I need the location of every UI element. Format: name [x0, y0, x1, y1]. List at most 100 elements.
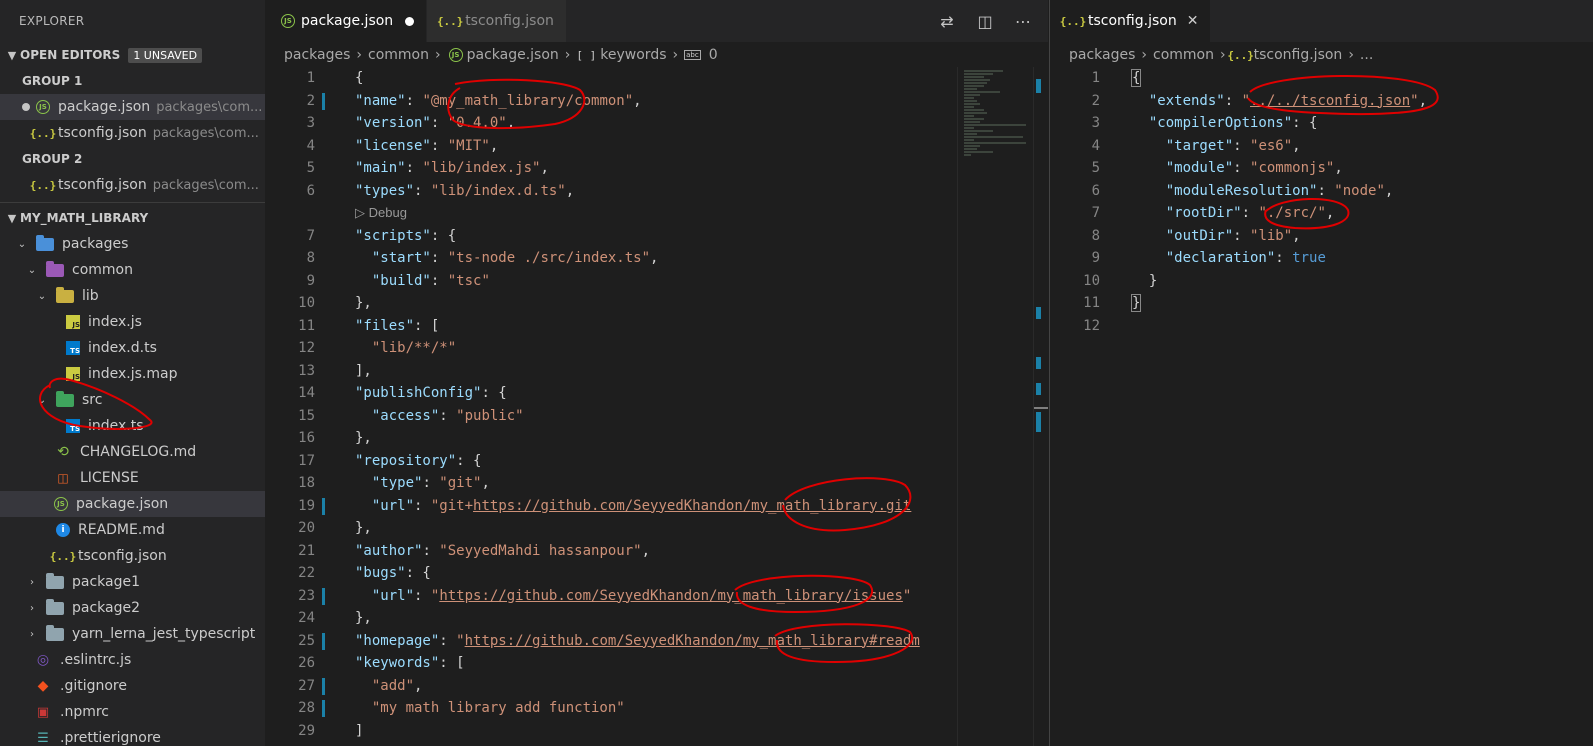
open-editors-label: OPEN EDITORS	[20, 48, 121, 62]
line-number: 5	[306, 160, 315, 176]
close-icon[interactable]: ✕	[1187, 13, 1199, 29]
open-editor-item[interactable]: {..} tsconfig.json packages\com...	[0, 120, 265, 146]
tree-file-index-ts[interactable]: TS index.ts	[0, 413, 265, 439]
tree-folder-yarn[interactable]: › yarn_lerna_jest_typescript	[0, 621, 265, 647]
code-line: 19 "url": "git+https://github.com/Seyyed…	[265, 495, 1048, 518]
open-editors-header[interactable]: ▼ OPEN EDITORS 1 UNSAVED	[0, 42, 265, 68]
ts-file-icon: TS	[66, 341, 80, 355]
codelens-debug[interactable]: ▷ Debug	[265, 202, 1048, 225]
tree-file-tsconfig[interactable]: {..} tsconfig.json	[0, 543, 265, 569]
tree-file-npmrc[interactable]: ▣ .npmrc	[0, 699, 265, 725]
tree-file-changelog[interactable]: ⟲ CHANGELOG.md	[0, 439, 265, 465]
json-braces-icon: {..}	[29, 178, 57, 192]
code-line: 10 }	[1050, 270, 1593, 293]
editor-group-1: JS package.json {..} tsconfig.json ⇄ ◫ ⋯…	[265, 0, 1048, 746]
tab-tsconfig-json[interactable]: {..} tsconfig.json	[427, 0, 567, 42]
tree-folder-lib[interactable]: ⌄ lib	[0, 283, 265, 309]
tree-file-eslintrc[interactable]: ◎ .eslintrc.js	[0, 647, 265, 673]
tree-folder-src[interactable]: ⌄ src	[0, 387, 265, 413]
tree-folder-package1[interactable]: › package1	[0, 569, 265, 595]
breadcrumb-item[interactable]: common	[1153, 47, 1214, 63]
breadcrumb-item[interactable]: common	[368, 47, 429, 63]
code-text: "scripts": {	[355, 227, 457, 244]
modified-line-marker	[322, 92, 325, 110]
open-changes-icon[interactable]: ⇄	[938, 12, 956, 31]
json-braces-icon: {..}	[29, 126, 57, 140]
src-folder-icon	[56, 390, 74, 407]
code-text: "access": "public"	[371, 407, 524, 424]
minimap[interactable]	[957, 67, 1033, 746]
split-editor-icon[interactable]: ◫	[976, 12, 994, 31]
line-number: 17	[298, 452, 315, 469]
breadcrumb-item[interactable]: packages	[1069, 47, 1135, 63]
tab-bar: JS package.json {..} tsconfig.json ⇄ ◫ ⋯	[265, 0, 1048, 42]
vertical-scrollbar[interactable]	[1033, 67, 1048, 746]
tree-label: index.d.ts	[88, 340, 157, 356]
tree-file-index-js-map[interactable]: JS index.js.map	[0, 361, 265, 387]
node-json-icon: JS	[36, 100, 50, 114]
breadcrumb-item[interactable]: packages	[284, 47, 350, 63]
modified-line-marker	[322, 497, 325, 515]
tree-file-index-d-ts[interactable]: TS index.d.ts	[0, 335, 265, 361]
tree-label: lib	[82, 288, 99, 304]
editor-group-2: {..} tsconfig.json ✕ packages › common ›…	[1049, 0, 1593, 746]
code-line: 13],	[265, 360, 1048, 383]
tree-file-index-js[interactable]: JS index.js	[0, 309, 265, 335]
js-map-file-icon: JS	[66, 367, 80, 381]
chevron-down-icon: ⌄	[37, 290, 47, 302]
breadcrumb-item[interactable]: keywords	[600, 47, 666, 63]
more-actions-icon[interactable]: ⋯	[1014, 12, 1032, 31]
line-number: 10	[1083, 272, 1100, 289]
code-line: 15 "access": "public"	[265, 405, 1048, 428]
tree-folder-package2[interactable]: › package2	[0, 595, 265, 621]
tab-tsconfig-json[interactable]: {..} tsconfig.json ✕	[1050, 0, 1212, 42]
code-editor[interactable]: 1{ 2 "name": "@my_math_library/common", 3…	[265, 67, 1048, 746]
breadcrumb-item[interactable]: tsconfig.json	[1254, 47, 1343, 63]
tree-file-gitignore[interactable]: ◆ .gitignore	[0, 673, 265, 699]
workspace-header[interactable]: ▼ MY_MATH_LIBRARY	[0, 205, 265, 231]
code-line: 11}	[1050, 292, 1593, 315]
tree-file-package-json[interactable]: JS package.json	[0, 491, 265, 517]
explorer-title: EXPLORER	[19, 14, 85, 28]
explorer-sidebar: EXPLORER ▼ OPEN EDITORS 1 UNSAVED GROUP …	[0, 0, 265, 746]
breadcrumb-item[interactable]: 0	[709, 47, 718, 63]
tab-label: package.json	[301, 13, 394, 29]
line-number: 11	[1083, 295, 1100, 311]
open-editor-path: packages\com...	[152, 125, 259, 141]
breadcrumb: packages › common › JS package.json › [ …	[265, 42, 1048, 68]
line-number: 10	[298, 295, 315, 311]
open-editor-item[interactable]: {..} tsconfig.json packages\com...	[0, 172, 265, 198]
tree-label: package2	[72, 600, 141, 616]
breadcrumb-item[interactable]: package.json	[467, 47, 559, 63]
tree-folder-common[interactable]: ⌄ common	[0, 257, 265, 283]
line-number: 16	[298, 430, 315, 446]
line-number: 6	[1091, 182, 1100, 199]
code-line: 2 "extends": "../../tsconfig.json",	[1050, 90, 1593, 113]
code-editor[interactable]: 1{ 2 "extends": "../../tsconfig.json", 3…	[1050, 67, 1593, 746]
tree-file-prettierignore[interactable]: ☰ .prettierignore	[0, 725, 265, 746]
tree-file-license[interactable]: ◫ LICENSE	[0, 465, 265, 491]
tree-label: src	[82, 392, 103, 408]
line-number: 15	[298, 407, 315, 424]
line-number: 29	[298, 722, 315, 739]
code-line: 7 "scripts": {	[265, 225, 1048, 248]
open-editor-item[interactable]: JS package.json packages\com...	[0, 94, 265, 120]
line-number: 22	[298, 565, 315, 581]
code-line: 14 "publishConfig": {	[265, 382, 1048, 405]
tree-file-readme[interactable]: i README.md	[0, 517, 265, 543]
tab-label: tsconfig.json	[1088, 13, 1177, 29]
line-number: 24	[298, 610, 315, 626]
code-line: 20},	[265, 517, 1048, 540]
breadcrumb-item[interactable]: ...	[1360, 47, 1373, 63]
line-number: 27	[298, 677, 315, 694]
code-line: 8 "start": "ts-node ./src/index.ts",	[265, 247, 1048, 270]
tree-label: CHANGELOG.md	[80, 444, 197, 460]
folder-icon	[46, 260, 64, 277]
unsaved-dot-icon[interactable]	[405, 16, 415, 26]
code-line: 9 "declaration": true	[1050, 247, 1593, 270]
tree-folder-packages[interactable]: ⌄ packages	[0, 231, 265, 257]
tab-package-json[interactable]: JS package.json	[265, 0, 428, 42]
open-editor-name: package.json	[58, 99, 151, 115]
code-text: "main": "lib/index.js",	[355, 160, 549, 176]
